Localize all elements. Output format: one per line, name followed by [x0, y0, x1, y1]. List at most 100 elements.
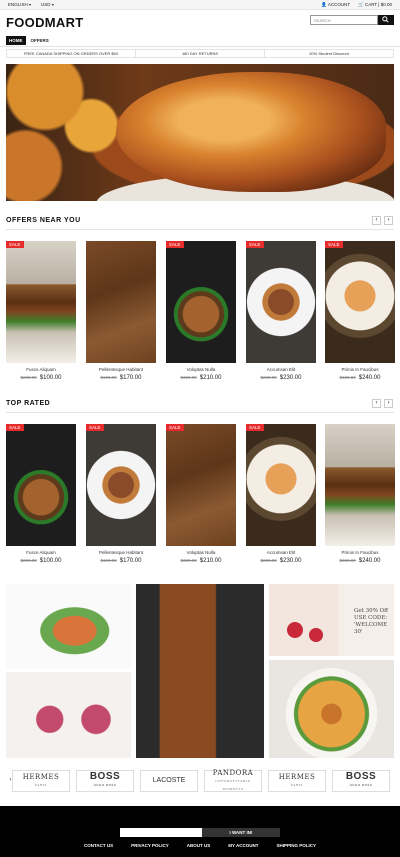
- product-image[interactable]: [166, 424, 236, 546]
- sale-badge: SALE: [166, 241, 184, 248]
- product-name[interactable]: Primis In Faucibus: [325, 550, 395, 555]
- search-button[interactable]: [378, 15, 394, 25]
- product-image[interactable]: [6, 241, 76, 363]
- product-name[interactable]: Primis In Faucibus: [325, 367, 395, 372]
- product-image[interactable]: [246, 241, 316, 363]
- account-label: ACCOUNT: [327, 2, 351, 7]
- current-price: $170.00: [119, 558, 142, 564]
- product-price: $320.00 $240.00: [325, 375, 395, 381]
- brand-name: HERMES: [278, 773, 316, 781]
- product-name[interactable]: Pellentesque Habitant: [86, 550, 156, 555]
- old-price: $320.00: [180, 375, 197, 380]
- promo-text: Get 30% Off USE CODE: 'WELCOME 30': [354, 608, 394, 636]
- shipping-info-free: FREE CANADA SHIPPING ON ORDERS OVER $50: [7, 50, 136, 57]
- product-image[interactable]: [86, 424, 156, 546]
- nav-offers[interactable]: OFFERS: [28, 36, 52, 45]
- divider: [6, 229, 394, 230]
- product-image[interactable]: [246, 424, 316, 546]
- grid-image-berry-tarts[interactable]: [6, 672, 131, 758]
- newsletter-email-input[interactable]: [120, 828, 202, 837]
- shipping-info-bar: FREE CANADA SHIPPING ON ORDERS OVER $50 …: [6, 49, 394, 58]
- footer-link-privacy[interactable]: PRIVACY POLICY: [131, 843, 169, 848]
- shipping-info-discount: 20% Student Discount: [309, 51, 349, 56]
- main-nav: HOME OFFERS: [6, 36, 52, 45]
- product-image[interactable]: [325, 241, 395, 363]
- current-price: $240.00: [358, 375, 381, 381]
- hero-banner-image[interactable]: [6, 64, 394, 201]
- currency-selector[interactable]: USD ▾: [41, 2, 54, 7]
- newsletter-submit-button[interactable]: I WANT IN!: [202, 828, 280, 837]
- brand-logo-lacoste[interactable]: LACOSTE: [140, 770, 198, 792]
- brand-logo-hermes[interactable]: HERMES PARIS: [268, 770, 326, 792]
- language-selector[interactable]: ENGLISH ▾: [8, 2, 31, 7]
- footer: I WANT IN! CONTACT US PRIVACY POLICY ABO…: [0, 806, 400, 857]
- chevron-down-icon: ▾: [51, 2, 54, 7]
- product-name[interactable]: Voluptas Nulla: [166, 550, 236, 555]
- brand-sub: PARIS: [291, 783, 303, 787]
- promo-banner[interactable]: Get 30% Off USE CODE: 'WELCOME 30': [269, 584, 394, 656]
- brand-sub: HUGO BOSS: [349, 783, 373, 787]
- promo-line-2: USE CODE:: [354, 615, 388, 621]
- product-image[interactable]: [325, 424, 395, 546]
- shipping-info-returns: 180 DAY RETURNS: [136, 50, 265, 57]
- language-label: ENGLISH: [8, 2, 28, 7]
- grid-image-salmon-salad[interactable]: [6, 584, 131, 669]
- product-name[interactable]: Fusce Aliquam: [6, 550, 76, 555]
- next-arrow-icon[interactable]: ›: [384, 216, 393, 225]
- grid-image-pizza[interactable]: [269, 660, 394, 758]
- product-image[interactable]: [166, 241, 236, 363]
- footer-link-about[interactable]: ABOUT US: [187, 843, 211, 848]
- old-price: $320.00: [339, 558, 356, 563]
- cart-link[interactable]: 🛒 CART | $0.00: [358, 2, 392, 8]
- brand-sub: PARIS: [35, 783, 47, 787]
- account-link[interactable]: 👤 ACCOUNT: [321, 2, 350, 8]
- product-price: $200.00 $100.00: [6, 558, 76, 564]
- footer-link-account[interactable]: MY ACCOUNT: [228, 843, 258, 848]
- currency-label: USD: [41, 2, 51, 7]
- current-price: $230.00: [279, 558, 302, 564]
- chevron-down-icon: ▾: [29, 2, 32, 7]
- current-price: $240.00: [358, 558, 381, 564]
- product-name[interactable]: Fusce Aliquam: [6, 367, 76, 372]
- footer-link-contact[interactable]: CONTACT US: [84, 843, 113, 848]
- brand-carousel: HERMES PARIS BOSS HUGO BOSS LACOSTE PANDOR…: [6, 768, 394, 796]
- next-arrow-icon[interactable]: ›: [384, 399, 393, 408]
- product-name[interactable]: Accumsan Elit: [246, 367, 316, 372]
- user-icon: 👤: [321, 2, 327, 7]
- nav-home[interactable]: HOME: [6, 36, 26, 45]
- hero-roast-chicken: [116, 72, 386, 192]
- search-icon: [382, 16, 389, 23]
- grid-image-rack-of-ribs[interactable]: [136, 584, 264, 758]
- old-price: $190.00: [100, 375, 117, 380]
- footer-link-shipping[interactable]: SHIPPING POLICY: [277, 843, 317, 848]
- product-price: $190.00 $170.00: [86, 375, 156, 381]
- prev-arrow-icon[interactable]: ‹: [372, 216, 381, 225]
- product-price: $320.00 $240.00: [325, 558, 395, 564]
- divider: [0, 46, 400, 47]
- product-name[interactable]: Voluptas Nulla: [166, 367, 236, 372]
- search-input[interactable]: SEARCH: [310, 15, 378, 25]
- product-price: $320.00 $210.00: [166, 558, 236, 564]
- product-price: $280.00 $230.00: [246, 375, 316, 381]
- brand-logo-pandora[interactable]: PANDORA UNFORGETTABLE MOMENTS: [204, 769, 262, 792]
- brand-logo-boss[interactable]: BOSS HUGO BOSS: [332, 770, 390, 792]
- current-price: $230.00: [279, 375, 302, 381]
- product-image[interactable]: [6, 424, 76, 546]
- prev-arrow-icon[interactable]: ‹: [372, 399, 381, 408]
- brand-name: PANDORA: [212, 769, 254, 777]
- product-name[interactable]: Accumsan Elit: [246, 550, 316, 555]
- brand-logo-boss[interactable]: BOSS HUGO BOSS: [76, 770, 134, 792]
- product-name[interactable]: Pellentesque Habitant: [86, 367, 156, 372]
- brand-sub: UNFORGETTABLE MOMENTS: [215, 779, 251, 791]
- site-logo[interactable]: FOODMART: [6, 15, 84, 30]
- cart-icon: 🛒: [358, 2, 364, 7]
- old-price: $280.00: [260, 375, 277, 380]
- section-title-top-rated: TOP RATED: [6, 400, 51, 407]
- top-bar: ENGLISH ▾ USD ▾ 👤 ACCOUNT 🛒 CART | $0.00: [0, 0, 400, 10]
- promo-line-1: Get 30% Off: [354, 608, 388, 614]
- brand-logo-hermes[interactable]: HERMES PARIS: [12, 770, 70, 792]
- footer-links: CONTACT US PRIVACY POLICY ABOUT US MY AC…: [0, 843, 400, 848]
- current-price: $100.00: [39, 375, 62, 381]
- current-price: $170.00: [119, 375, 142, 381]
- product-image[interactable]: [86, 241, 156, 363]
